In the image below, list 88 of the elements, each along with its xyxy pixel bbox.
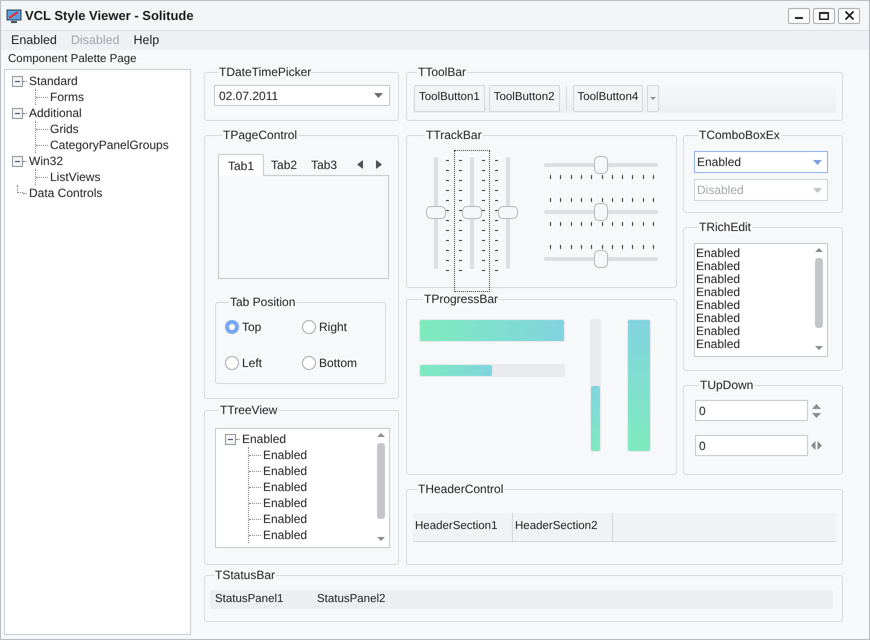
text-area[interactable]: Enabled Enabled Enabled Enabled Enabled Enabled Enabled Enabled — [694, 243, 828, 357]
combo-value: Enabled — [697, 154, 742, 171]
spin-arrows-icon[interactable] — [812, 402, 821, 418]
group-title: TDateTimePicker — [218, 65, 312, 79]
toolbar-button[interactable]: ToolButton4 — [572, 84, 644, 112]
text-line: Enabled — [696, 247, 742, 260]
minimize-icon — [795, 17, 803, 19]
tree-item[interactable]: Standard — [27, 73, 78, 89]
group-title: Tab Position — [229, 295, 296, 309]
maximize-button[interactable] — [813, 8, 835, 24]
text-line: Enabled — [696, 325, 742, 338]
close-icon — [844, 11, 854, 20]
group-title: TTrackBar — [425, 128, 483, 142]
tree-item[interactable]: Enabled — [261, 479, 308, 495]
radio-button[interactable]: Right — [302, 319, 379, 335]
tab[interactable]: Tab2 — [264, 155, 304, 175]
slider-thumb[interactable] — [462, 206, 482, 219]
minimize-button[interactable] — [788, 8, 810, 24]
dropdown-arrow-icon — [813, 188, 822, 192]
status-text: StatusPanel1 — [214, 592, 284, 607]
monitor-icon — [6, 8, 22, 24]
tree-item[interactable]: Additional — [27, 105, 82, 121]
tree-item[interactable]: Forms — [48, 89, 84, 105]
toolbar-button[interactable]: ToolButton1 — [414, 84, 485, 112]
group-title: TToolBar — [417, 65, 468, 79]
date-field[interactable]: 02.07.2011 — [214, 85, 390, 106]
tree-item[interactable]: Enabled — [261, 511, 308, 527]
radio-button[interactable]: Bottom — [302, 355, 379, 371]
dropdown-button[interactable] — [647, 84, 660, 112]
group-title: TUpDown — [699, 378, 754, 392]
dropdown-arrow-icon — [650, 96, 656, 100]
collapse-icon[interactable] — [12, 76, 23, 86]
tree-item[interactable]: Enabled — [240, 431, 286, 447]
combo-value: Disabled — [697, 182, 745, 199]
text-line: Enabled — [696, 338, 742, 351]
tree-item[interactable]: Enabled — [261, 463, 308, 479]
panel-label: Component Palette Page — [7, 52, 138, 67]
menu-item[interactable]: Help — [126, 31, 166, 50]
status-text: StatusPanel2 — [316, 592, 386, 607]
toolbar-button[interactable]: ToolButton2 — [488, 84, 560, 112]
slider-thumb[interactable] — [594, 156, 608, 174]
tab[interactable]: Tab1 — [218, 154, 264, 176]
group-title: TStatusBar — [214, 568, 276, 582]
date-value: 02.07.2011 — [219, 88, 280, 104]
slider-thumb[interactable] — [594, 203, 608, 221]
tree-item[interactable]: Data Controls — [27, 185, 102, 201]
tree-item[interactable]: Grids — [48, 121, 79, 137]
header-section[interactable]: HeaderSection2 — [513, 513, 613, 541]
scroll-right-icon[interactable] — [376, 160, 382, 169]
slider-thumb[interactable] — [426, 206, 446, 219]
group-title: TRichEdit — [698, 220, 752, 234]
radio-button[interactable]: Left — [225, 355, 302, 371]
header-section[interactable]: HeaderSection1 — [413, 513, 513, 541]
number-field[interactable]: 0 — [695, 435, 808, 456]
combo-box[interactable]: Enabled — [694, 151, 828, 173]
tree-item[interactable]: Enabled — [261, 447, 308, 463]
group-title: TPageControl — [222, 128, 298, 142]
group-title: TTreeView — [219, 403, 278, 417]
tree-item[interactable]: Enabled — [261, 527, 308, 543]
text-line: Enabled — [696, 260, 742, 273]
tree-item[interactable]: CategoryPanelGroups — [48, 137, 169, 153]
tree-item[interactable]: Enabled — [261, 495, 308, 511]
text-line: Enabled — [696, 273, 742, 286]
collapse-icon[interactable] — [12, 156, 23, 166]
tree-item[interactable]: Win32 — [27, 153, 64, 169]
collapse-icon[interactable] — [12, 108, 23, 118]
spin-arrows-icon[interactable] — [811, 441, 822, 450]
tab[interactable]: Tab3 — [304, 155, 344, 175]
collapse-icon[interactable] — [225, 434, 236, 444]
menu-item[interactable]: Enabled — [4, 31, 64, 50]
radio-button[interactable]: Top — [225, 319, 302, 335]
slider-track[interactable] — [544, 198, 658, 226]
dropdown-arrow-icon — [813, 160, 822, 164]
group-title: TComboBoxEx — [698, 128, 781, 142]
text-line: Enabled — [696, 286, 742, 299]
dropdown-arrow-icon — [374, 93, 383, 98]
text-line: Enabled — [696, 299, 742, 312]
slider-thumb[interactable] — [594, 250, 608, 268]
maximize-icon — [819, 12, 829, 20]
number-field[interactable]: 0 — [695, 400, 808, 421]
group-title: TProgressBar — [423, 292, 500, 306]
text-line: Enabled — [696, 312, 742, 325]
scroll-left-icon[interactable] — [357, 160, 363, 169]
close-button[interactable] — [838, 8, 860, 24]
group-title: THeaderControl — [417, 482, 504, 496]
slider-thumb[interactable] — [498, 206, 518, 219]
window-title: VCL Style Viewer - Solitude — [25, 6, 194, 25]
tree-item[interactable]: ListViews — [48, 169, 100, 185]
